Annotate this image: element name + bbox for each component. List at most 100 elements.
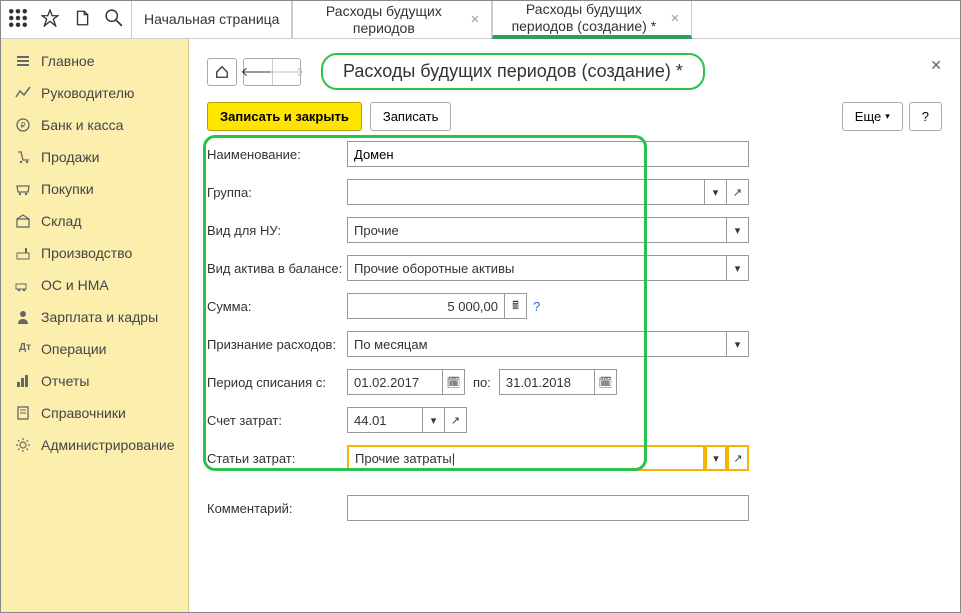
back-button[interactable]: 🡐 [244,59,272,85]
sidebar-item-sales[interactable]: Продажи [1,141,188,173]
comment-value[interactable] [354,501,742,516]
cost-items-value: Прочие затраты [355,451,455,466]
apps-icon[interactable] [9,9,27,30]
period-from-input[interactable]: 01.02.2017 🗓 [347,369,465,395]
star-icon[interactable] [41,9,59,30]
save-close-button[interactable]: Записать и закрыть [207,102,362,131]
name-label: Наименование: [207,147,347,162]
tab-start-page[interactable]: Начальная страница [131,1,292,38]
tab-label: Расходы будущих периодов [305,3,462,37]
sidebar-item-label: Операции [41,341,107,357]
cost-items-label: Статьи затрат: [207,451,347,466]
chevron-down-icon[interactable]: ▾ [705,179,727,205]
sidebar-item-hr[interactable]: Зарплата и кадры [1,301,188,333]
home-button[interactable] [207,58,237,86]
sidebar-item-label: Покупки [41,181,94,197]
sidebar-item-catalogs[interactable]: Справочники [1,397,188,429]
close-icon[interactable]: ✕ [670,12,679,25]
chevron-down-icon: ▾ [885,111,890,122]
sidebar: Главное Руководителю ₽ Банк и касса Прода… [1,39,189,612]
main-content: ✕ 🡐 🡒 Расходы будущих периодов (создание… [189,39,960,612]
sum-label: Сумма: [207,299,347,314]
sidebar-item-manager[interactable]: Руководителю [1,77,188,109]
sidebar-item-bank[interactable]: ₽ Банк и касса [1,109,188,141]
sidebar-item-label: Зарплата и кадры [41,309,158,325]
action-bar: Записать и закрыть Записать Еще ▾ ? [207,102,942,131]
period-to-label: по: [473,375,491,390]
account-input[interactable]: 44.01 ▾ ↗ [347,407,467,433]
sidebar-item-label: Отчеты [41,373,89,389]
sidebar-item-label: Главное [41,53,95,69]
sidebar-item-label: Производство [41,245,132,261]
group-input[interactable]: ▾ ↗ [347,179,749,205]
recognition-input[interactable]: По месяцам ▾ [347,331,749,357]
comment-input[interactable] [347,495,749,521]
tab-expenses-list[interactable]: Расходы будущих периодов ✕ [292,1,492,38]
sidebar-item-main[interactable]: Главное [1,45,188,77]
vidnu-label: Вид для НУ: [207,223,347,238]
sidebar-item-assets[interactable]: ОС и НМА [1,269,188,301]
comment-label: Комментарий: [207,501,347,516]
close-icon[interactable]: ✕ [470,13,479,26]
vidnu-input[interactable]: Прочие ▾ [347,217,749,243]
tab-expenses-create[interactable]: Расходы будущих периодов (создание) * ✕ [492,1,692,39]
group-label: Группа: [207,185,347,200]
form: Наименование: Группа: ▾ ↗ Вид для НУ: Пр… [207,141,942,521]
more-label: Еще [855,109,881,124]
sidebar-item-label: ОС и НМА [41,277,109,293]
svg-text:₽: ₽ [20,121,25,130]
recognition-label: Признание расходов: [207,337,347,352]
cost-items-input[interactable]: Прочие затраты ▾ ↗ [347,445,749,471]
tabs: Начальная страница Расходы будущих перио… [131,1,692,38]
asset-input[interactable]: Прочие оборотные активы ▾ [347,255,749,281]
sidebar-item-warehouse[interactable]: Склад [1,205,188,237]
calculator-icon[interactable]: 🖩 [505,293,527,319]
search-icon[interactable] [105,9,123,30]
chevron-down-icon[interactable]: ▾ [705,445,727,471]
period-to-value: 31.01.2018 [506,375,571,390]
open-icon[interactable]: ↗ [445,407,467,433]
top-toolbar: Начальная страница Расходы будущих перио… [1,1,960,39]
sum-input[interactable]: 5 000,00 🖩 [347,293,527,319]
sidebar-item-purchases[interactable]: Покупки [1,173,188,205]
sidebar-item-admin[interactable]: Администрирование [1,429,188,461]
sidebar-item-label: Администрирование [41,437,175,453]
period-from-value: 01.02.2017 [354,375,419,390]
recognition-value: По месяцам [354,337,428,352]
name-value[interactable] [354,147,742,162]
tab-label: Расходы будущих периодов (создание) * [505,1,662,35]
sidebar-item-operations[interactable]: ДтОперации [1,333,188,365]
chevron-down-icon[interactable]: ▾ [423,407,445,433]
sidebar-item-label: Продажи [41,149,99,165]
chevron-down-icon[interactable]: ▾ [727,331,749,357]
name-input[interactable] [347,141,749,167]
open-icon[interactable]: ↗ [727,179,749,205]
period-label: Период списания с: [207,375,347,390]
sidebar-item-reports[interactable]: Отчеты [1,365,188,397]
tab-label: Начальная страница [144,11,279,28]
sidebar-item-label: Склад [41,213,82,229]
calendar-icon[interactable]: 🗓 [595,369,617,395]
save-button[interactable]: Записать [370,102,452,131]
header-row: 🡐 🡒 Расходы будущих периодов (создание) … [207,53,942,90]
more-button[interactable]: Еще ▾ [842,102,903,131]
sidebar-item-production[interactable]: Производство [1,237,188,269]
open-icon[interactable]: ↗ [727,445,749,471]
calendar-icon[interactable]: 🗓 [443,369,465,395]
help-button[interactable]: ? [909,102,942,131]
help-icon[interactable]: ? [533,299,540,314]
chevron-down-icon[interactable]: ▾ [727,217,749,243]
history-icon[interactable] [73,9,91,30]
forward-button[interactable]: 🡒 [272,59,300,85]
nav-history: 🡐 🡒 [243,58,301,86]
sidebar-item-label: Руководителю [41,85,134,101]
account-label: Счет затрат: [207,413,347,428]
vidnu-value: Прочие [354,223,399,238]
close-icon[interactable]: ✕ [930,57,942,74]
chevron-down-icon[interactable]: ▾ [727,255,749,281]
period-to-input[interactable]: 31.01.2018 🗓 [499,369,617,395]
sidebar-item-label: Банк и касса [41,117,123,133]
page-title: Расходы будущих периодов (создание) * [321,53,705,90]
asset-value: Прочие оборотные активы [354,261,514,276]
account-value: 44.01 [354,413,387,428]
